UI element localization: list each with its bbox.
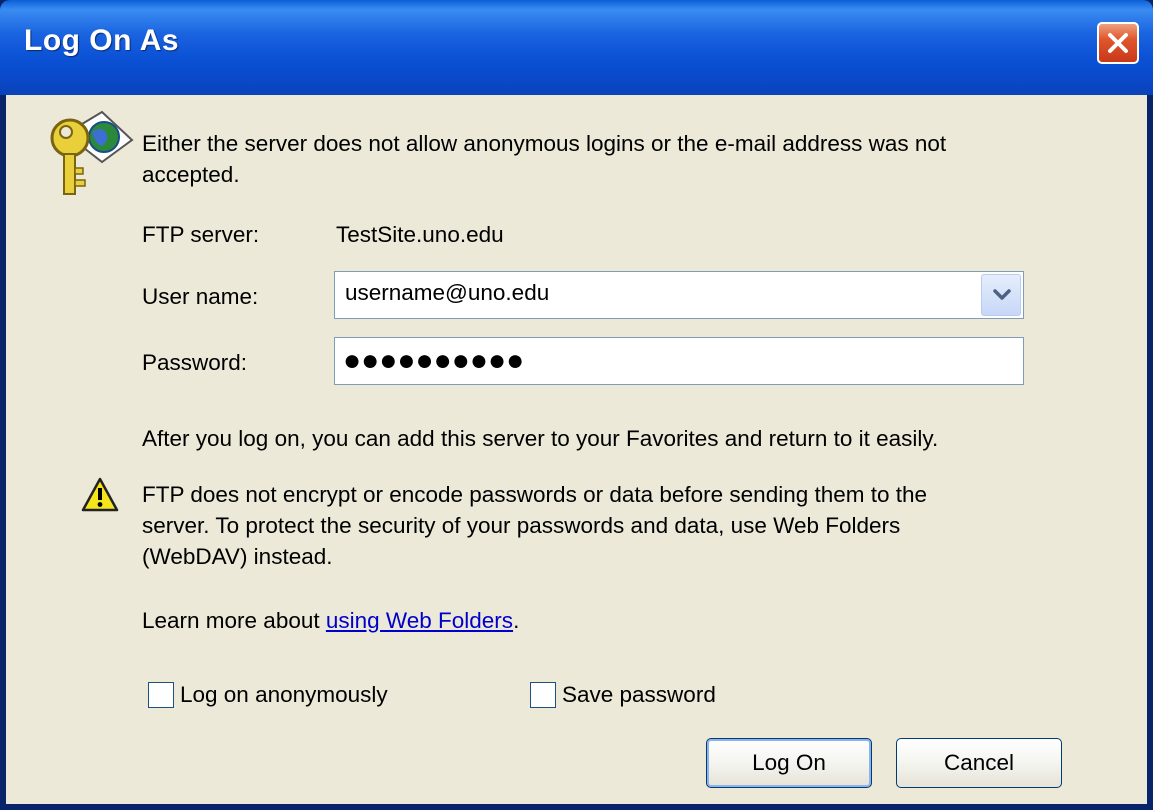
user-name-combobox[interactable]: username@uno.edu <box>334 271 1024 319</box>
ftp-server-value: TestSite.uno.edu <box>336 222 504 247</box>
password-field[interactable]: ●●●●●●●●●● <box>334 337 1024 385</box>
cancel-button[interactable]: Cancel <box>896 738 1062 788</box>
save-password-label[interactable]: Save password <box>562 679 716 710</box>
password-label: Password: <box>142 350 248 375</box>
learn-more-suffix: . <box>513 608 520 633</box>
window-title: Log On As <box>24 24 180 57</box>
save-password-option[interactable]: Save password <box>530 679 716 710</box>
log-on-anonymously-label[interactable]: Log on anonymously <box>180 679 388 710</box>
learn-more-prefix: Learn more about <box>142 608 326 633</box>
log-on-anonymously-option[interactable]: Log on anonymously <box>148 679 388 710</box>
title-bar[interactable]: Log On As <box>0 0 1153 95</box>
ftp-server-label: FTP server: <box>142 222 260 247</box>
warning-text-line2: server. To protect the security of your … <box>142 513 901 538</box>
warning-text-line1: FTP does not encrypt or encode passwords… <box>142 482 928 507</box>
log-on-button[interactable]: Log On <box>706 738 872 788</box>
dialog-body: Either the server does not allow anonymo… <box>6 95 1147 804</box>
warning-icon <box>81 477 119 512</box>
favorites-note: After you log on, you can add this serve… <box>142 426 939 451</box>
web-folders-link[interactable]: using Web Folders <box>326 608 513 633</box>
key-globe-icon <box>50 110 134 195</box>
intro-text-line2: accepted. <box>142 162 240 187</box>
user-name-label: User name: <box>142 284 259 309</box>
user-name-dropdown-button[interactable] <box>981 274 1021 316</box>
learn-more-text: Learn more about using Web Folders. <box>142 605 519 636</box>
dialog-window: Log On As Either the server does not all… <box>0 0 1153 810</box>
warning-text-line3: (WebDAV) instead. <box>142 544 333 569</box>
close-icon <box>1108 33 1128 53</box>
save-password-checkbox[interactable] <box>530 681 556 708</box>
close-button[interactable] <box>1097 22 1139 64</box>
intro-text-line1: Either the server does not allow anonymo… <box>142 131 947 156</box>
log-on-anonymously-checkbox[interactable] <box>148 681 174 708</box>
user-name-value[interactable]: username@uno.edu <box>345 280 549 306</box>
dropdown-arrow-icon <box>993 289 1011 300</box>
password-value[interactable]: ●●●●●●●●●● <box>343 344 524 378</box>
